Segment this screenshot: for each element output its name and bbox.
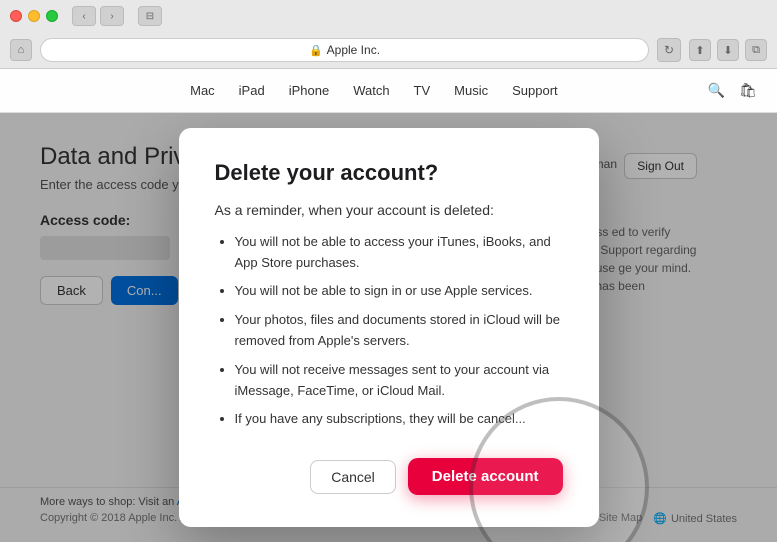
nav-item-mac[interactable]: Mac [190,83,215,98]
cart-icon[interactable]: 🛍 [739,82,757,99]
nav-item-support[interactable]: Support [512,83,558,98]
bullet-5: If you have any subscriptions, they will… [235,409,563,430]
modal-bullets: You will not be able to access your iTun… [215,232,563,430]
search-icon[interactable]: 🔍 [708,82,725,99]
nav-item-music[interactable]: Music [454,83,488,98]
modal-actions: Cancel Delete account [215,458,563,495]
download-icon[interactable]: ⬇ [717,39,739,61]
page-wrapper: Data and Privacy Enter the access code y… [0,113,777,542]
minimize-button[interactable] [28,10,40,22]
nav-buttons: ‹ › [72,6,124,26]
lock-icon: 🔒 [309,44,323,57]
window-button[interactable]: ⊟ [138,6,162,26]
nav-item-watch[interactable]: Watch [353,83,389,98]
bullet-2: You will not be able to sign in or use A… [235,281,563,302]
titlebar: ‹ › ⊟ [0,0,777,32]
maximize-button[interactable] [46,10,58,22]
nav-item-iphone[interactable]: iPhone [289,83,329,98]
browser-chrome: ‹ › ⊟ ⌂ 🔒 Apple Inc. ↻ ⬆ ⬇ ⧉ [0,0,777,69]
nav-right: 🔍 🛍 [708,82,757,99]
delete-account-modal: Delete your account? As a reminder, when… [179,128,599,527]
delete-account-button[interactable]: Delete account [408,458,563,495]
share-icon[interactable]: ⬆ [689,39,711,61]
forward-nav-button[interactable]: › [100,6,124,26]
nav-item-tv[interactable]: TV [414,83,431,98]
cancel-button[interactable]: Cancel [310,460,396,494]
bullet-3: Your photos, files and documents stored … [235,310,563,352]
modal-title: Delete your account? [215,160,563,186]
toolbar-icons: ⬆ ⬇ ⧉ [689,39,767,61]
modal-overlay: Delete your account? As a reminder, when… [0,113,777,542]
nav-item-ipad[interactable]: iPad [239,83,265,98]
reload-button[interactable]: ↻ [657,38,681,62]
apple-navbar: Mac iPad iPhone Watch TV Music Support 🔍… [0,69,777,113]
address-bar[interactable]: 🔒 Apple Inc. [40,38,649,62]
nav-items: Mac iPad iPhone Watch TV Music Support [40,83,708,98]
back-nav-button[interactable]: ‹ [72,6,96,26]
bullet-4: You will not receive messages sent to yo… [235,360,563,402]
modal-intro: As a reminder, when your account is dele… [215,202,563,218]
browser-toolbar: ⌂ 🔒 Apple Inc. ↻ ⬆ ⬇ ⧉ [0,32,777,68]
tab-icon[interactable]: ⧉ [745,39,767,61]
url-text: Apple Inc. [327,43,380,57]
close-button[interactable] [10,10,22,22]
bullet-1: You will not be able to access your iTun… [235,232,563,274]
home-icon[interactable]: ⌂ [10,39,32,61]
